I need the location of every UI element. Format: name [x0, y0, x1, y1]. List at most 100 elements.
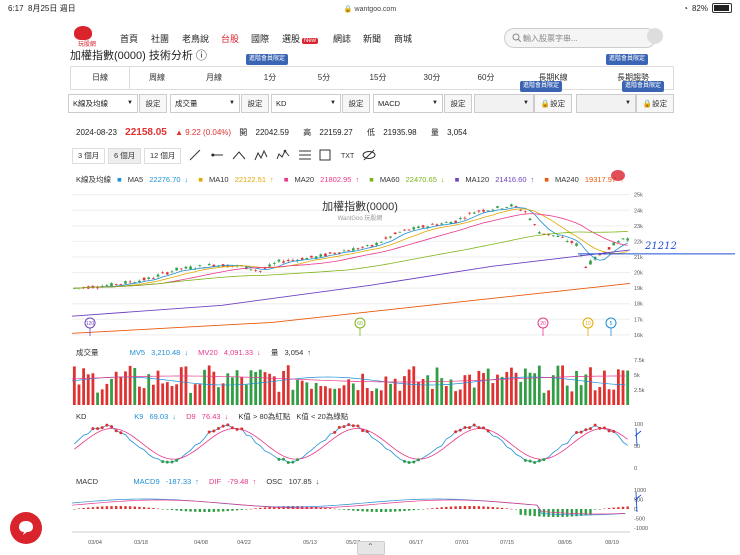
osc-bar: [426, 508, 429, 510]
osc-bar: [235, 509, 239, 511]
osc-bar: [96, 506, 99, 509]
candle: [128, 281, 132, 283]
volume-bar: [510, 367, 513, 405]
candle: [379, 241, 383, 243]
volume-bar: [505, 371, 509, 405]
kd-red-dot: [347, 423, 351, 427]
macd-panel: 10005000-500-1000: [71, 488, 648, 532]
volume-bar: [110, 378, 113, 405]
osc-bar: [482, 506, 485, 509]
volume-bar: [482, 373, 485, 405]
candle: [482, 209, 485, 212]
volume-bar: [324, 386, 327, 405]
ma-marker-label: 20: [540, 321, 546, 327]
candle: [505, 207, 509, 208]
candle: [277, 259, 281, 262]
candle: [147, 277, 151, 280]
osc-bar: [147, 507, 150, 509]
osc-bar: [194, 509, 197, 512]
volume-bar: [361, 373, 365, 405]
chat-button[interactable]: [10, 512, 42, 544]
kd-red-dot: [593, 423, 597, 427]
osc-bar: [361, 509, 364, 512]
volume-bar: [198, 384, 202, 405]
ma-marker-label: 5: [610, 321, 613, 327]
candle: [458, 218, 462, 220]
kd-red-dot: [230, 426, 234, 430]
volume-bar: [72, 366, 76, 405]
volume-bar: [175, 384, 179, 405]
osc-bar: [189, 509, 192, 512]
x-tick-label: 03/04: [88, 540, 102, 546]
volume-bar: [417, 381, 420, 405]
candle: [398, 231, 402, 233]
x-tick-label: 04/22: [237, 540, 251, 546]
osc-bar: [352, 509, 355, 511]
osc-bar: [468, 506, 471, 509]
kd-red-dot: [356, 424, 360, 428]
kd-red-dot: [482, 426, 486, 430]
osc-bar: [296, 506, 299, 509]
candle: [249, 269, 253, 271]
volume-bar: [82, 368, 86, 405]
kd-red-dot: [351, 424, 355, 428]
osc-bar: [454, 506, 457, 509]
volume-bar: [244, 384, 248, 405]
stock-chart[interactable]: 25k 24k 23k 22k 21k 20k 19k 18k 17k 16k 120 60 20 10 5…: [0, 0, 740, 555]
kd-red-dot: [607, 429, 611, 433]
volume-bar: [235, 370, 239, 405]
candle: [556, 235, 560, 238]
volume-bar: [575, 370, 578, 405]
osc-bar: [212, 509, 216, 512]
kd-green-dot: [407, 461, 411, 465]
osc-bar: [203, 509, 206, 512]
volume-bar: [119, 376, 123, 405]
kd-red-dot: [105, 423, 109, 427]
candle: [263, 268, 267, 269]
axis-tick-label: 18k: [634, 302, 643, 308]
candle: [272, 263, 276, 265]
volume-bar: [500, 376, 504, 405]
candle: [268, 264, 271, 267]
candle: [189, 266, 192, 270]
osc-bar: [263, 507, 267, 509]
candle: [445, 222, 448, 223]
axis-tick-label: 16k: [634, 333, 643, 339]
volume-bar: [258, 369, 262, 405]
volume-bar: [472, 387, 476, 405]
osc-bar: [226, 509, 229, 512]
candle: [198, 265, 202, 266]
osc-bar: [254, 508, 257, 509]
x-tick-label: 08/05: [558, 540, 572, 546]
osc-bar: [366, 509, 369, 512]
osc-bar: [598, 509, 601, 510]
volume-bar: [263, 372, 267, 405]
volume-bar: [454, 391, 458, 405]
candle: [477, 210, 481, 212]
volume-bar: [203, 369, 206, 405]
osc-bar: [370, 509, 374, 512]
volume-bar: [226, 373, 230, 405]
volume-bar: [286, 365, 290, 405]
osc-bar: [184, 509, 188, 512]
osc-bar: [138, 506, 141, 509]
osc-bar: [496, 507, 499, 509]
osc-bar: [342, 509, 346, 510]
kd-green-dot: [533, 461, 537, 465]
volume-bar: [282, 370, 285, 405]
candle: [124, 281, 127, 284]
scroll-handle[interactable]: ⌃: [357, 541, 385, 555]
kd-red-dot: [235, 427, 239, 431]
volume-bar: [612, 389, 616, 405]
candle: [170, 271, 174, 273]
kd-red-dot: [91, 427, 95, 431]
dif-line: [71, 499, 626, 515]
candle: [142, 277, 146, 281]
axis-tick-label: -500: [634, 517, 645, 523]
kd-panel: 100500: [74, 422, 643, 472]
kd-red-dot: [463, 425, 467, 429]
candle: [472, 212, 476, 214]
candle: [570, 241, 574, 243]
volume-bar: [384, 376, 388, 405]
candle: [454, 220, 457, 223]
